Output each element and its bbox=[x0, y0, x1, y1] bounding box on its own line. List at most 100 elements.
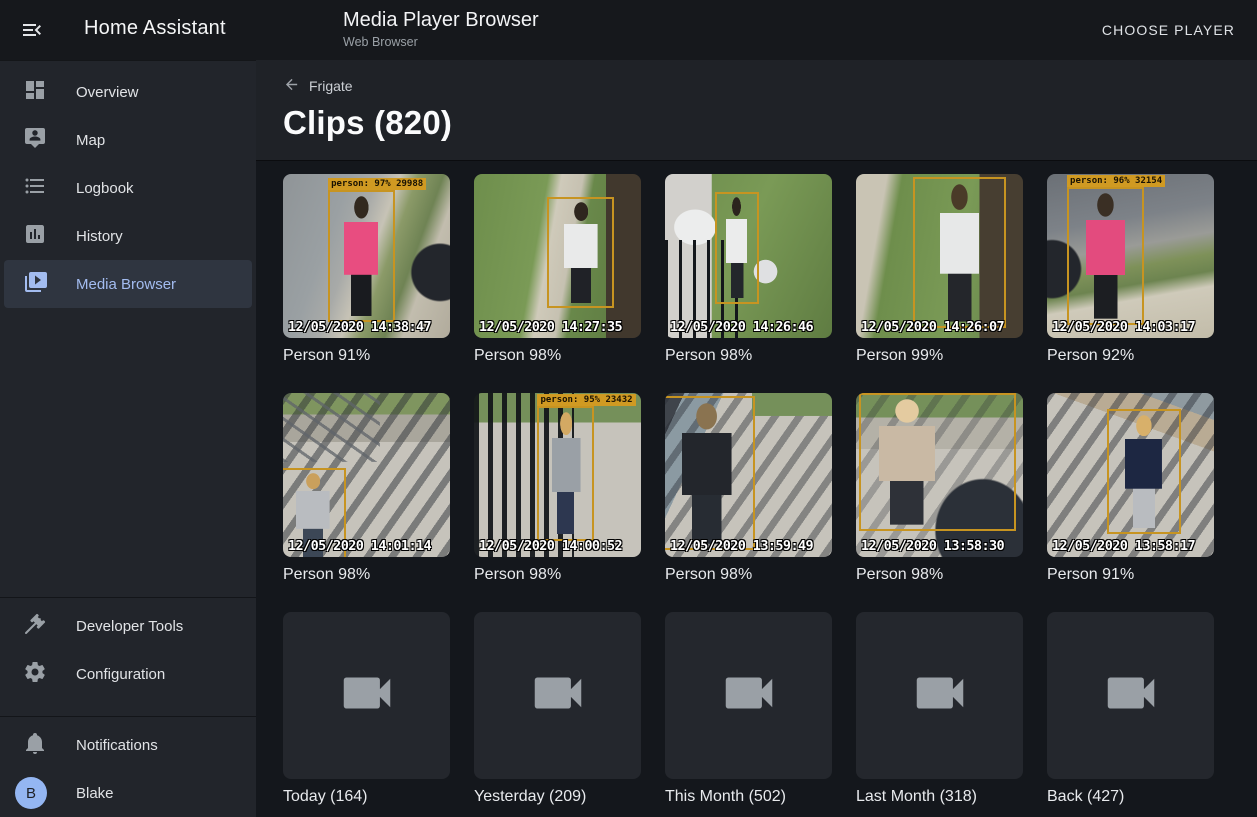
folder-card: Back (427) bbox=[1047, 612, 1214, 806]
choose-player-button[interactable]: CHOOSE PLAYER bbox=[1094, 14, 1243, 46]
person-figure bbox=[874, 399, 941, 525]
clip-thumbnail[interactable]: 12/05/2020 14:01:14 bbox=[283, 393, 450, 557]
detection-bounding-box bbox=[665, 396, 755, 550]
folder-card: This Month (502) bbox=[665, 612, 832, 806]
sidebar-item-configuration[interactable]: Configuration bbox=[4, 650, 252, 698]
sidebar-item-logbook[interactable]: Logbook bbox=[4, 164, 252, 212]
sidebar-item-label: Notifications bbox=[76, 737, 158, 754]
clip-card: person: 95% 23432 12/05/2020 14:00:52 Pe… bbox=[474, 393, 641, 584]
detection-bounding-box bbox=[859, 393, 1016, 531]
detection-bounding-box: person: 97% 29988 bbox=[328, 190, 395, 321]
sidebar-item-profile[interactable]: B Blake bbox=[0, 769, 256, 817]
person-figure bbox=[1122, 415, 1166, 528]
sidebar-item-media-browser[interactable]: Media Browser bbox=[4, 260, 252, 308]
folder-thumbnail[interactable] bbox=[474, 612, 641, 779]
user-name: Blake bbox=[76, 785, 114, 802]
folder-thumbnail[interactable] bbox=[856, 612, 1023, 779]
clip-card: 12/05/2020 14:26:07 Person 99% bbox=[856, 174, 1023, 365]
view-dashboard-icon bbox=[23, 78, 47, 106]
folder-card: Yesterday (209) bbox=[474, 612, 641, 806]
sidebar-item-map[interactable]: Map bbox=[4, 116, 252, 164]
clip-label: Person 98% bbox=[665, 347, 832, 365]
person-figure bbox=[341, 196, 381, 316]
folder-label: Yesterday (209) bbox=[474, 788, 641, 806]
clips-grid: person: 97% 29988 12/05/2020 14:38:47 Pe… bbox=[256, 160, 1257, 806]
detection-bounding-box: person: 95% 23432 bbox=[537, 406, 594, 540]
media-browser-panel: Frigate Clips (820) person: 97% 29988 12… bbox=[256, 60, 1257, 817]
clip-card: 12/05/2020 14:26:46 Person 98% bbox=[665, 174, 832, 365]
breadcrumb-back-button[interactable]: Frigate bbox=[283, 74, 353, 98]
tooltip-account-icon bbox=[23, 126, 47, 154]
app-bar: Home Assistant Media Player Browser Web … bbox=[0, 0, 1257, 60]
clip-thumbnail[interactable]: person: 95% 23432 12/05/2020 14:00:52 bbox=[474, 393, 641, 557]
sidebar-item-history[interactable]: History bbox=[4, 212, 252, 260]
clip-label: Person 98% bbox=[665, 566, 832, 584]
chart-box-icon bbox=[23, 222, 47, 250]
person-figure bbox=[549, 412, 583, 535]
video-camera-icon bbox=[909, 662, 971, 729]
detection-bounding-box bbox=[913, 177, 1007, 328]
clip-thumbnail[interactable]: person: 96% 32154 12/05/2020 14:03:17 bbox=[1047, 174, 1214, 338]
folder-card: Last Month (318) bbox=[856, 612, 1023, 806]
clip-timestamp-overlay: 12/05/2020 13:58:30 bbox=[861, 538, 1004, 554]
folder-label: Today (164) bbox=[283, 788, 450, 806]
avatar: B bbox=[15, 777, 47, 809]
breadcrumb-label: Frigate bbox=[309, 78, 353, 94]
clip-label: Person 91% bbox=[1047, 566, 1214, 584]
clip-card: 12/05/2020 13:58:17 Person 91% bbox=[1047, 393, 1214, 584]
gear-icon bbox=[23, 660, 47, 688]
clip-thumbnail[interactable]: 12/05/2020 14:26:46 bbox=[665, 174, 832, 338]
clip-thumbnail[interactable]: 12/05/2020 14:26:07 bbox=[856, 174, 1023, 338]
bell-icon bbox=[23, 731, 47, 759]
clip-thumbnail[interactable]: person: 97% 29988 12/05/2020 14:38:47 bbox=[283, 174, 450, 338]
sidebar-item-label: Overview bbox=[76, 84, 139, 101]
sidebar-spacer bbox=[0, 308, 256, 597]
clip-card: 12/05/2020 14:27:35 Person 98% bbox=[474, 174, 641, 365]
arrow-left-icon bbox=[283, 76, 300, 96]
person-figure bbox=[1082, 193, 1129, 319]
clip-thumbnail[interactable]: 12/05/2020 13:59:49 bbox=[665, 393, 832, 557]
video-camera-icon bbox=[1100, 662, 1162, 729]
folder-thumbnail[interactable] bbox=[283, 612, 450, 779]
sidebar-item-label: History bbox=[76, 228, 123, 245]
sidebar-item-overview[interactable]: Overview bbox=[4, 68, 252, 116]
clip-thumbnail[interactable]: 12/05/2020 13:58:30 bbox=[856, 393, 1023, 557]
sidebar-toggle-button[interactable] bbox=[18, 16, 46, 44]
clip-thumbnail[interactable]: 12/05/2020 13:58:17 bbox=[1047, 393, 1214, 557]
video-camera-icon bbox=[718, 662, 780, 729]
clip-label: Person 98% bbox=[856, 566, 1023, 584]
clip-card: 12/05/2020 14:01:14 Person 98% bbox=[283, 393, 450, 584]
panel-header: Media Player Browser Web Browser bbox=[343, 9, 539, 49]
sidebar-secondary-items: Developer Tools Configuration bbox=[0, 598, 256, 698]
folder-label: Last Month (318) bbox=[856, 788, 1023, 806]
folder-thumbnail[interactable] bbox=[665, 612, 832, 779]
clip-label: Person 98% bbox=[283, 566, 450, 584]
sidebar-item-label: Media Browser bbox=[76, 276, 176, 293]
detection-bounding-box bbox=[1107, 409, 1180, 534]
sidebar-item-label: Map bbox=[76, 132, 105, 149]
folder-label: Back (427) bbox=[1047, 788, 1214, 806]
page-title: Clips (820) bbox=[283, 104, 1257, 142]
sidebar-item-notifications[interactable]: Notifications bbox=[4, 721, 252, 769]
sidebar-item-developer-tools[interactable]: Developer Tools bbox=[4, 602, 252, 650]
clip-timestamp-overlay: 12/05/2020 13:58:17 bbox=[1052, 538, 1195, 554]
video-camera-icon bbox=[527, 662, 589, 729]
clip-timestamp-overlay: 12/05/2020 14:26:46 bbox=[670, 319, 813, 335]
clip-label: Person 91% bbox=[283, 347, 450, 365]
sidebar-main-items: Overview Map Logbook History Media Brows… bbox=[0, 61, 256, 308]
video-camera-icon bbox=[336, 662, 398, 729]
menu-open-icon bbox=[20, 30, 44, 45]
clip-timestamp-overlay: 12/05/2020 14:38:47 bbox=[288, 319, 431, 335]
folder-thumbnail[interactable] bbox=[1047, 612, 1214, 779]
sidebar-item-label: Developer Tools bbox=[76, 618, 183, 635]
hammer-icon bbox=[23, 612, 47, 640]
person-figure bbox=[677, 403, 736, 544]
play-box-multiple-icon bbox=[23, 270, 47, 298]
clip-thumbnail[interactable]: 12/05/2020 14:27:35 bbox=[474, 174, 641, 338]
format-list-bulleted-icon bbox=[23, 174, 47, 202]
sidebar-item-label: Logbook bbox=[76, 180, 134, 197]
clip-timestamp-overlay: 12/05/2020 14:01:14 bbox=[288, 538, 431, 554]
detection-bounding-box bbox=[715, 192, 758, 304]
person-figure bbox=[561, 202, 601, 303]
media-browser-header: Frigate Clips (820) bbox=[256, 60, 1257, 160]
